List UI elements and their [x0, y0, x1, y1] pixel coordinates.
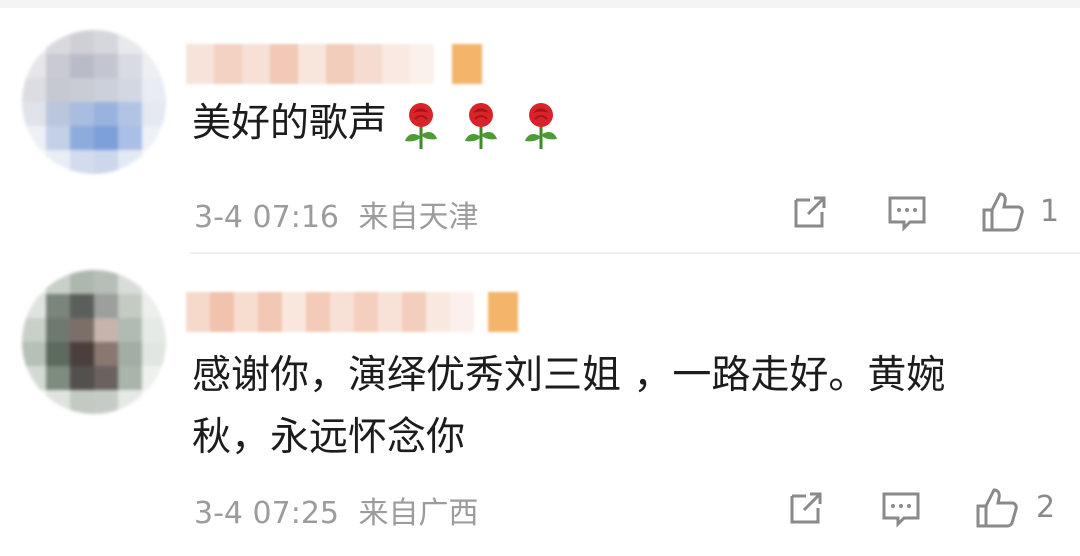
- avatar[interactable]: [22, 270, 166, 414]
- rose-emoji-icon: [525, 102, 558, 149]
- like-button[interactable]: [980, 190, 1026, 234]
- comment-icon: [888, 196, 926, 232]
- top-separator: [0, 0, 1080, 8]
- like-count: 2: [1036, 490, 1056, 525]
- like-icon: [976, 488, 1018, 528]
- share-icon: [794, 196, 826, 228]
- comment-text-content: 美好的歌声: [192, 101, 388, 146]
- comment-item: 美好的歌声 3-4 07:16 来自天津 1: [0, 8, 1080, 254]
- comment-location: 来自天津: [358, 200, 479, 235]
- rose-emoji-icon: [405, 102, 438, 149]
- comment-button[interactable]: [886, 192, 928, 234]
- comment-text-line: 感谢你，演绎优秀刘三姐 ，一路走好。黄婉: [192, 353, 946, 398]
- like-button[interactable]: [974, 486, 1020, 530]
- comment-text: 美好的歌声: [192, 94, 561, 154]
- comment-divider: [190, 252, 1080, 254]
- comment-meta: 3-4 07:16 来自天津: [194, 192, 479, 236]
- share-button[interactable]: [790, 192, 830, 232]
- avatar[interactable]: [22, 30, 166, 174]
- username-blurred[interactable]: [186, 44, 482, 84]
- comment-location: 来自广西: [358, 496, 479, 531]
- comment-meta: 3-4 07:25 来自广西: [194, 488, 479, 532]
- username-blurred[interactable]: [186, 292, 526, 332]
- comment-time: 3-4 07:25: [194, 496, 339, 531]
- share-button[interactable]: [786, 488, 826, 528]
- comment-button[interactable]: [880, 488, 922, 530]
- comment-text: 感谢你，演绎优秀刘三姐 ，一路走好。黄婉 秋，永远怀念你: [192, 346, 945, 468]
- comment-time: 3-4 07:16: [194, 200, 339, 235]
- rose-emoji-icon: [465, 102, 498, 149]
- comment-item: 感谢你，演绎优秀刘三姐 ，一路走好。黄婉 秋，永远怀念你 3-4 07:25 来…: [0, 256, 1080, 556]
- comment-icon: [882, 492, 920, 528]
- like-count: 1: [1040, 194, 1060, 229]
- share-icon: [790, 492, 822, 524]
- like-icon: [982, 192, 1024, 232]
- comment-text-line: 秋，永远怀念你: [192, 415, 466, 460]
- emoji-group: [401, 101, 561, 151]
